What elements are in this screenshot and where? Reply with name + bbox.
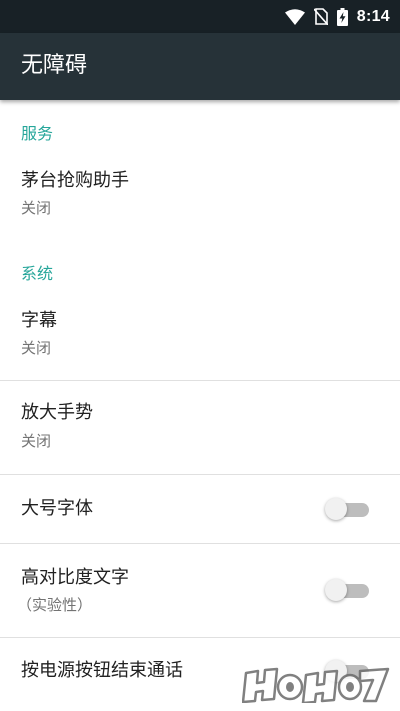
no-sim-icon <box>313 8 328 25</box>
setting-title: 高对比度文字 <box>21 567 129 588</box>
setting-summary: 关闭 <box>21 339 52 357</box>
setting-item-captions[interactable]: 字幕 关闭 <box>0 298 400 380</box>
setting-title: 按电源按钮结束通话 <box>21 660 183 681</box>
app-bar: 无障碍 <box>0 33 400 100</box>
wifi-icon <box>284 8 305 25</box>
switch-thumb <box>325 498 347 520</box>
settings-list: 服务 茅台抢购助手 关闭 系统 字幕 关闭 放大手势 关闭 大号字体 高对比度文… <box>0 100 400 711</box>
site-watermark-logo <box>241 663 392 705</box>
setting-title: 放大手势 <box>21 402 93 423</box>
high-contrast-text-switch[interactable] <box>325 578 371 602</box>
setting-title: 字幕 <box>21 310 57 331</box>
section-header-system: 系统 <box>21 264 54 283</box>
setting-title: 茅台抢购助手 <box>21 170 129 191</box>
setting-summary: 关闭 <box>21 199 52 217</box>
setting-summary: 关闭 <box>21 432 52 450</box>
battery-charging-icon <box>336 7 348 26</box>
page-title: 无障碍 <box>21 53 88 78</box>
switch-thumb <box>325 579 347 601</box>
status-bar: 8:14 <box>0 0 400 33</box>
setting-summary: （实验性） <box>17 596 93 614</box>
setting-title: 大号字体 <box>21 498 93 519</box>
setting-item-moutai-helper[interactable]: 茅台抢购助手 关闭 <box>0 158 400 232</box>
setting-item-high-contrast-text[interactable]: 高对比度文字 （实验性） <box>0 544 400 637</box>
setting-item-large-text[interactable]: 大号字体 <box>0 475 400 543</box>
setting-item-magnification-gestures[interactable]: 放大手势 关闭 <box>0 381 400 474</box>
large-text-switch[interactable] <box>325 497 371 521</box>
status-time: 8:14 <box>356 7 390 25</box>
section-header-services: 服务 <box>21 124 54 143</box>
